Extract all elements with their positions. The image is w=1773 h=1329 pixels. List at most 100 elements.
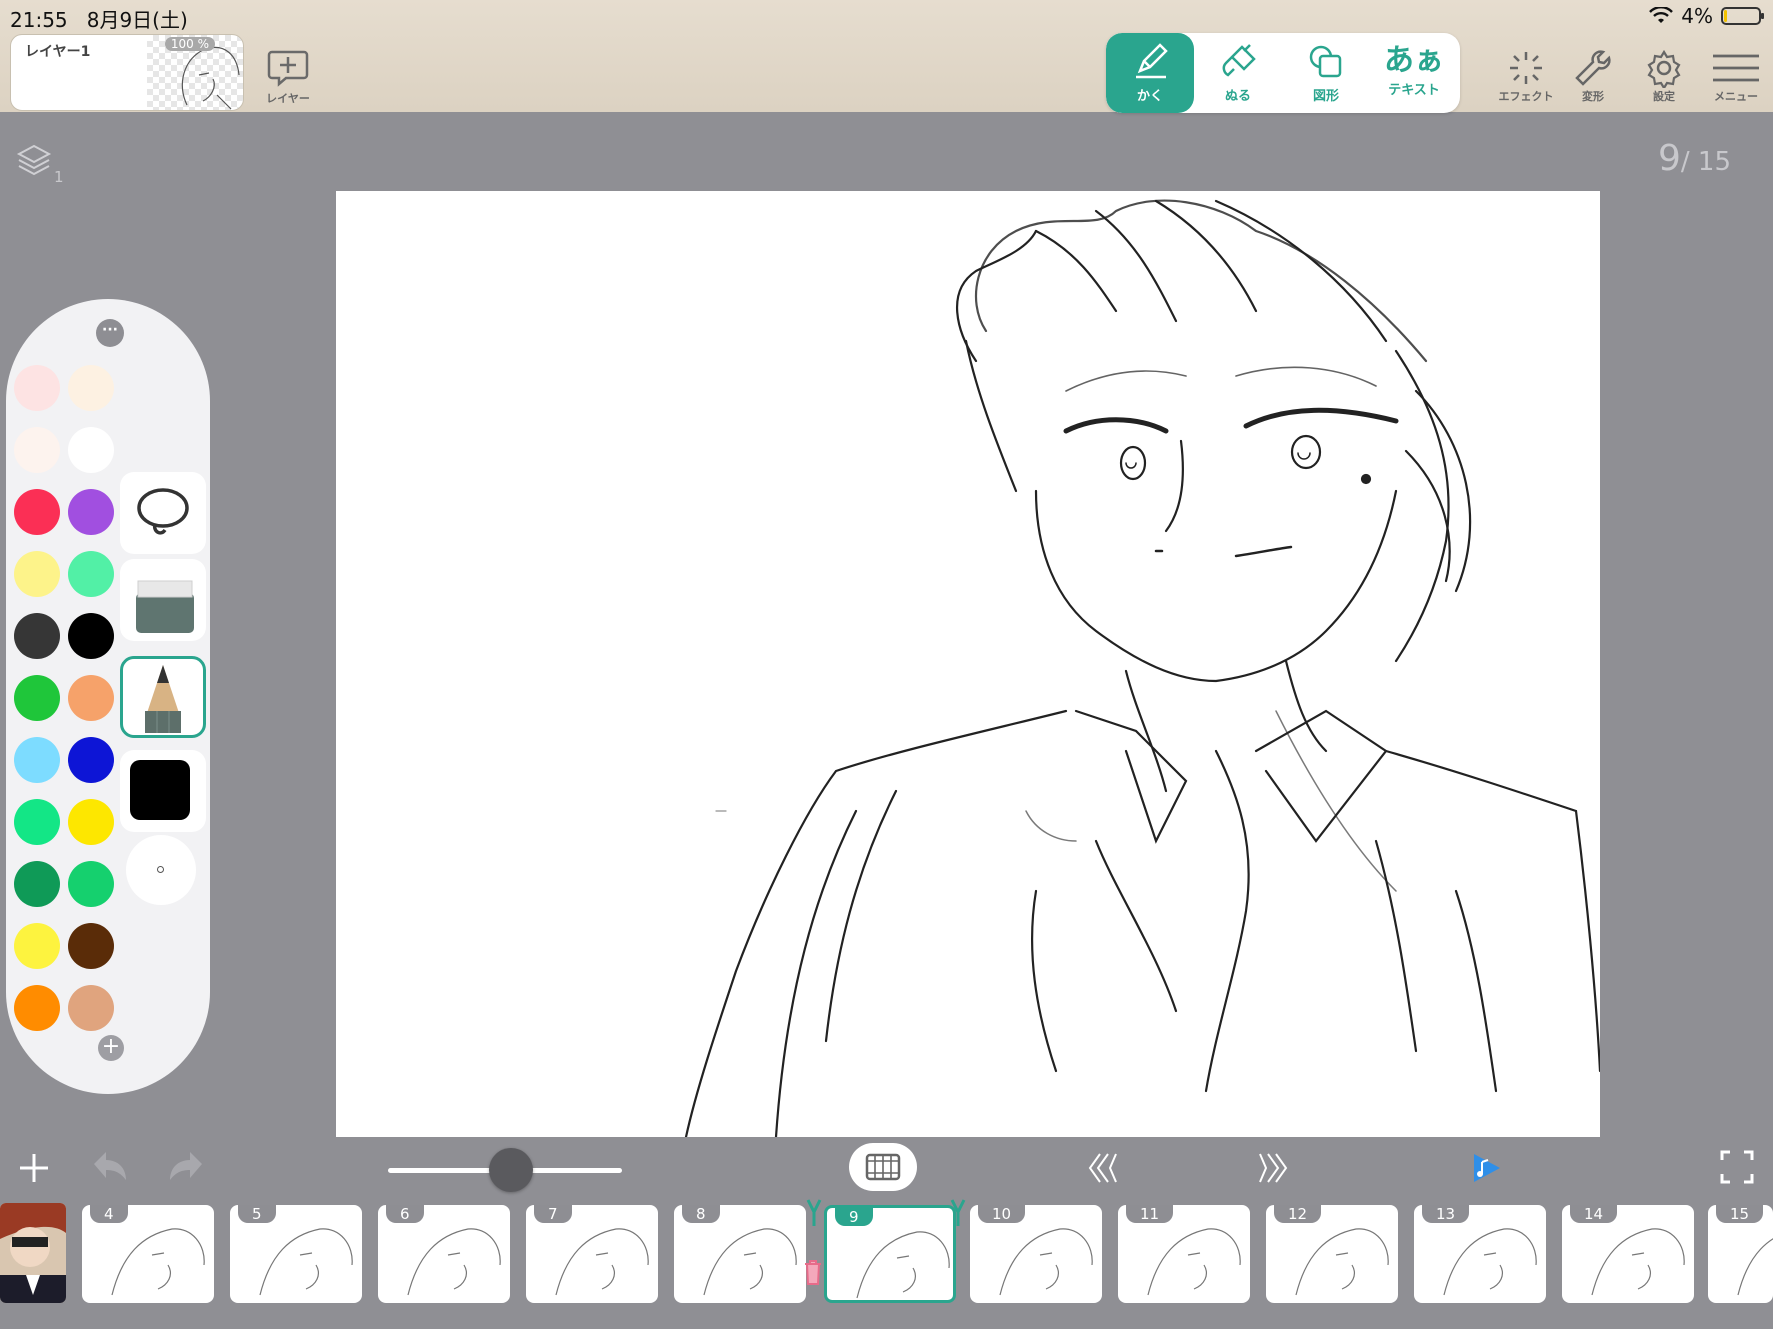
hamburger-icon (1713, 54, 1759, 82)
tool-fill[interactable]: ぬる (1194, 33, 1282, 113)
color-swatch[interactable] (14, 923, 60, 969)
tool-draw-label: かく (1136, 89, 1163, 104)
frame-thumbnail[interactable]: 4 (82, 1205, 214, 1303)
color-swatch[interactable] (68, 551, 114, 597)
shape-icon (1309, 45, 1342, 78)
page-indicator: 9/ 15 (1658, 138, 1731, 179)
color-swatch[interactable] (14, 365, 60, 411)
add-layer-label: レイヤー (266, 92, 310, 105)
frame-thumbnail[interactable]: 9 (824, 1205, 956, 1303)
text-icon: あぁ (1384, 43, 1444, 78)
tool-shape-label: 図形 (1312, 89, 1339, 104)
layer-name: レイヤー1 (25, 44, 91, 60)
current-color-icon (130, 760, 190, 820)
color-swatch[interactable] (14, 427, 60, 473)
frame-thumbnail[interactable]: 12 (1266, 1205, 1398, 1303)
color-swatch[interactable] (14, 799, 60, 845)
draw-tools: かく ぬる 図形 あぁ テキスト (1106, 33, 1460, 113)
avatar-image (0, 1203, 66, 1303)
color-swatch[interactable] (68, 675, 114, 721)
color-swatch[interactable] (68, 489, 114, 535)
frame-number: 4 (90, 1205, 128, 1223)
tool-draw[interactable]: かく (1106, 33, 1194, 113)
delete-frame-icon[interactable] (802, 1258, 824, 1286)
frame-thumbnail[interactable]: 15 (1708, 1205, 1773, 1303)
frame-thumbnail[interactable]: 10 (970, 1205, 1102, 1303)
frame-number: 5 (238, 1205, 276, 1223)
lasso-tool[interactable] (120, 472, 206, 554)
gear-icon (1647, 49, 1681, 88)
layer-thumbnail[interactable]: レイヤー1 100 % (10, 34, 244, 111)
settings-label: 設定 (1653, 90, 1675, 103)
user-avatar[interactable] (0, 1203, 66, 1303)
color-swatch[interactable] (68, 799, 114, 845)
color-swatch[interactable] (14, 985, 60, 1031)
frame-thumbnail[interactable]: 7 (526, 1205, 658, 1303)
color-swatch[interactable] (14, 551, 60, 597)
brush-size-icon (157, 866, 164, 873)
brush-size[interactable] (126, 835, 196, 905)
frame-number: 12 (1274, 1205, 1322, 1223)
drawing-canvas[interactable] (336, 191, 1600, 1137)
effect-button[interactable]: エフェクト (1496, 48, 1556, 104)
redo-icon[interactable] (166, 1150, 206, 1184)
frame-thumbnail[interactable]: 8 (674, 1205, 806, 1303)
effect-label: エフェクト (1498, 90, 1554, 103)
pencil-icon (1136, 43, 1168, 79)
color-swatch[interactable] (14, 489, 60, 535)
frame-number: 9 (835, 1208, 873, 1226)
next-onion-icon[interactable] (1258, 1152, 1292, 1184)
opacity-slider-knob[interactable] (489, 1148, 533, 1192)
frame-thumbnail[interactable]: 5 (230, 1205, 362, 1303)
frame-thumbnail[interactable]: 6 (378, 1205, 510, 1303)
pencil-tool[interactable] (120, 656, 206, 738)
current-color[interactable] (120, 750, 206, 832)
color-swatch[interactable] (14, 613, 60, 659)
sketch-drawing (684, 199, 1600, 1137)
tool-shape[interactable]: 図形 (1282, 33, 1370, 113)
eraser-icon (136, 580, 194, 633)
frame-number: 14 (1570, 1205, 1618, 1223)
eraser-tool[interactable] (120, 559, 206, 641)
color-swatch[interactable] (14, 861, 60, 907)
frame-thumbnail[interactable]: 11 (1118, 1205, 1250, 1303)
add-color-button[interactable]: + (98, 1035, 124, 1061)
frame-number: 8 (682, 1205, 720, 1223)
color-swatch[interactable] (68, 365, 114, 411)
palette-more-button[interactable]: ··· (96, 319, 124, 347)
frame-number: 13 (1422, 1205, 1470, 1223)
color-swatch[interactable] (68, 737, 114, 783)
tool-text-label: テキスト (1388, 83, 1440, 98)
play-icon[interactable] (1468, 1150, 1504, 1186)
pencil-tool-icon (145, 665, 181, 733)
frame-number: 11 (1126, 1205, 1174, 1223)
settings-button[interactable]: 設定 (1636, 48, 1692, 104)
transform-button[interactable]: 変形 (1565, 48, 1621, 104)
fullscreen-icon[interactable] (1720, 1150, 1754, 1184)
undo-icon[interactable] (90, 1150, 130, 1184)
color-swatch[interactable] (68, 985, 114, 1031)
color-swatch[interactable] (68, 427, 114, 473)
menu-label: メニュー (1714, 90, 1758, 103)
add-layer-button[interactable]: レイヤー (266, 46, 310, 106)
battery-icon (1721, 7, 1764, 25)
frame-thumbnail[interactable]: 13 (1414, 1205, 1546, 1303)
frame-thumbnail[interactable]: 14 (1562, 1205, 1694, 1303)
frame-number: 10 (978, 1205, 1026, 1223)
wifi-icon (1649, 7, 1674, 23)
menu-button[interactable]: メニュー (1706, 50, 1766, 104)
status-right: 4% (1649, 4, 1764, 28)
color-swatch[interactable] (68, 613, 114, 659)
frame-marker-left-icon (806, 1199, 822, 1226)
color-swatch[interactable] (14, 737, 60, 783)
film-icon (865, 1153, 901, 1181)
color-swatch[interactable] (68, 861, 114, 907)
lasso-icon (137, 488, 189, 535)
layer-count-button[interactable]: 1 (16, 142, 64, 186)
color-swatch[interactable] (14, 675, 60, 721)
color-swatch[interactable] (68, 923, 114, 969)
film-view-button[interactable] (849, 1143, 917, 1191)
tool-text[interactable]: あぁ テキスト (1370, 33, 1458, 113)
prev-onion-icon[interactable] (1084, 1152, 1118, 1184)
add-frame-icon[interactable] (18, 1152, 50, 1184)
